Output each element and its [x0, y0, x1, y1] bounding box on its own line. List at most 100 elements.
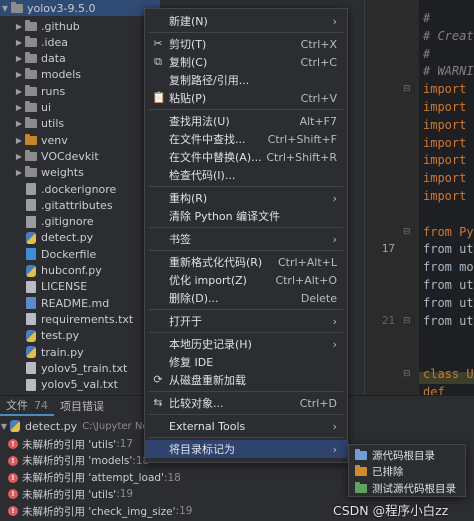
tab-file[interactable]: 文件 74 — [0, 396, 54, 416]
tree-item[interactable]: detect.py — [0, 230, 160, 246]
fold-icon[interactable]: ⊟ — [403, 227, 411, 237]
chevron-right-icon[interactable]: ▶ — [14, 136, 24, 145]
menu-item[interactable]: 重构(R) › — [145, 189, 347, 207]
tree-item[interactable]: yolov5_val.txt — [0, 377, 160, 393]
tree-item[interactable]: ▶ .idea — [0, 34, 160, 50]
submenu-item[interactable]: 源代码根目录 — [349, 447, 465, 463]
problem-item[interactable]: ! 未解析的引用 'models':18 — [8, 453, 149, 469]
tree-item[interactable]: README.md — [0, 295, 160, 311]
menu-item[interactable]: 将目录标记为 › — [145, 440, 347, 458]
code-text: # Create — [423, 28, 474, 43]
tree-item-label: hubconf.py — [41, 264, 102, 277]
tree-item[interactable]: Dockerfile — [0, 246, 160, 262]
tree-item[interactable]: train.py — [0, 344, 160, 360]
menu-item[interactable]: 删除(D)... Delete — [145, 289, 347, 307]
tree-item[interactable]: ▶ ui — [0, 100, 160, 116]
menu-item[interactable]: 打开于 › — [145, 312, 347, 330]
chevron-right-icon: › — [332, 419, 337, 433]
menu-item-label: 清除 Python 编译文件 — [169, 210, 281, 223]
tree-item[interactable]: ▶ models — [0, 67, 160, 83]
code-line: # — [423, 11, 430, 25]
menu-item[interactable]: 查找用法(U) Alt+F7 — [145, 112, 347, 130]
problem-item[interactable]: ! 未解析的引用 'utils':17 — [8, 436, 133, 452]
tree-item[interactable]: .gitattributes — [0, 197, 160, 213]
tree-item[interactable]: requirements.txt — [0, 311, 160, 327]
chevron-down-icon[interactable]: ▼ — [0, 4, 10, 13]
git-file-icon — [24, 215, 37, 228]
chevron-right-icon[interactable]: ▶ — [14, 54, 24, 63]
tree-item[interactable]: LICENSE — [0, 279, 160, 295]
chevron-right-icon[interactable]: ▶ — [14, 152, 24, 161]
menu-item[interactable]: ✂ 剪切(T) Ctrl+X — [145, 35, 347, 53]
menu-item[interactable]: ⧉ 复制(C) Ctrl+C — [145, 53, 347, 71]
tree-item-label: yolov3-9.5.0 — [27, 1, 96, 15]
code-text: from uti — [423, 278, 474, 292]
problem-item[interactable]: ! 未解析的引用 'attempt_load':18 — [8, 470, 181, 486]
folder-icon — [24, 19, 37, 32]
tree-item[interactable]: ▶ VOCdevkit — [0, 148, 160, 164]
menu-item[interactable]: 新建(N) › — [145, 12, 347, 30]
tab-file-label: 文件 — [6, 399, 28, 412]
tab-file-count: 74 — [34, 398, 48, 412]
fold-icon[interactable]: ⊟ — [403, 369, 411, 379]
menu-item[interactable]: 清除 Python 编译文件 — [145, 207, 347, 225]
code-text: # — [423, 11, 431, 25]
submenu-item[interactable]: 测试源代码根目录 — [349, 480, 465, 496]
tree-item[interactable]: ▶ utils — [0, 116, 160, 132]
problem-line: :18 — [163, 471, 181, 484]
tree-item[interactable]: hubconf.py — [0, 263, 160, 279]
code-editor[interactable]: # # Create # # WARNIN import s import c import… — [419, 0, 474, 395]
problem-line: :19 — [116, 488, 134, 501]
tree-item[interactable]: ▶ venv — [0, 132, 160, 148]
menu-item[interactable]: 书签 › — [145, 230, 347, 248]
tab-project-errors[interactable]: 项目错误 — [54, 396, 110, 416]
code-line: # WARNIN — [423, 64, 474, 78]
chevron-right-icon: › — [332, 191, 337, 205]
problem-item[interactable]: ! 未解析的引用 'check_img_size':19 — [8, 503, 192, 519]
problem-item[interactable]: ! 未解析的引用 'utils':19 — [8, 486, 133, 502]
menu-item[interactable]: 在文件中查找... Ctrl+Shift+F — [145, 130, 347, 148]
menu-item[interactable]: 本地历史记录(H) › — [145, 335, 347, 353]
menu-item[interactable]: ⇆ 比较对象... Ctrl+D — [145, 394, 347, 412]
menu-item[interactable]: ⟳ 从磁盘重新加载 — [145, 371, 347, 389]
tree-item-label: weights — [41, 166, 84, 180]
code-text: # — [423, 46, 431, 61]
menu-item[interactable]: 复制路径/引用... — [145, 71, 347, 89]
menu-item[interactable]: 📋 粘贴(P) Ctrl+V — [145, 89, 347, 107]
chevron-right-icon[interactable]: ▶ — [14, 168, 24, 177]
tree-item[interactable]: ▶ weights — [0, 165, 160, 181]
tree-item[interactable]: .dockerignore — [0, 181, 160, 197]
py-file-icon — [24, 231, 37, 244]
code-text: import t — [423, 189, 474, 203]
tree-item-label: .github — [41, 19, 80, 33]
tree-item[interactable]: ▶ runs — [0, 83, 160, 99]
tree-item[interactable]: test.py — [0, 328, 160, 344]
tree-item[interactable]: .gitignore — [0, 214, 160, 230]
tree-item[interactable]: ▶ .github — [0, 18, 160, 34]
menu-item[interactable]: External Tools › — [145, 417, 347, 435]
menu-item[interactable]: 重新格式化代码(R) Ctrl+Alt+L — [145, 253, 347, 271]
menu-item[interactable]: 修复 IDE — [145, 353, 347, 371]
menu-separator — [149, 309, 343, 310]
submenu-item[interactable]: 已排除 — [349, 464, 465, 480]
line-number: 17 — [381, 242, 395, 256]
chevron-right-icon[interactable]: ▶ — [14, 22, 24, 31]
code-text: import r — [423, 171, 474, 186]
chevron-down-icon[interactable]: ▼ — [0, 422, 8, 431]
problem-text: 未解析的引用 'models' — [22, 455, 133, 468]
chevron-right-icon[interactable]: ▶ — [14, 119, 24, 128]
menu-item[interactable]: 检查代码(I)... — [145, 166, 347, 184]
tree-item[interactable]: yolov5_train.txt — [0, 360, 160, 376]
tree-item[interactable]: ▶ data — [0, 51, 160, 67]
chevron-right-icon[interactable]: ▶ — [14, 103, 24, 112]
tree-item-root[interactable]: ▼ yolov3-9.5.0 — [0, 0, 160, 16]
chevron-right-icon[interactable]: ▶ — [14, 70, 24, 79]
code-line: from uti — [423, 278, 474, 292]
chevron-right-icon[interactable]: ▶ — [14, 87, 24, 96]
menu-item[interactable]: 在文件中替换(A)... Ctrl+Shift+R — [145, 148, 347, 166]
fold-icon[interactable]: ⊟ — [403, 84, 411, 94]
code-line: import t — [423, 189, 474, 203]
chevron-right-icon[interactable]: ▶ — [14, 38, 24, 47]
fold-icon[interactable]: ⊟ — [403, 316, 411, 326]
menu-item[interactable]: 优化 import(Z) Ctrl+Alt+O — [145, 271, 347, 289]
